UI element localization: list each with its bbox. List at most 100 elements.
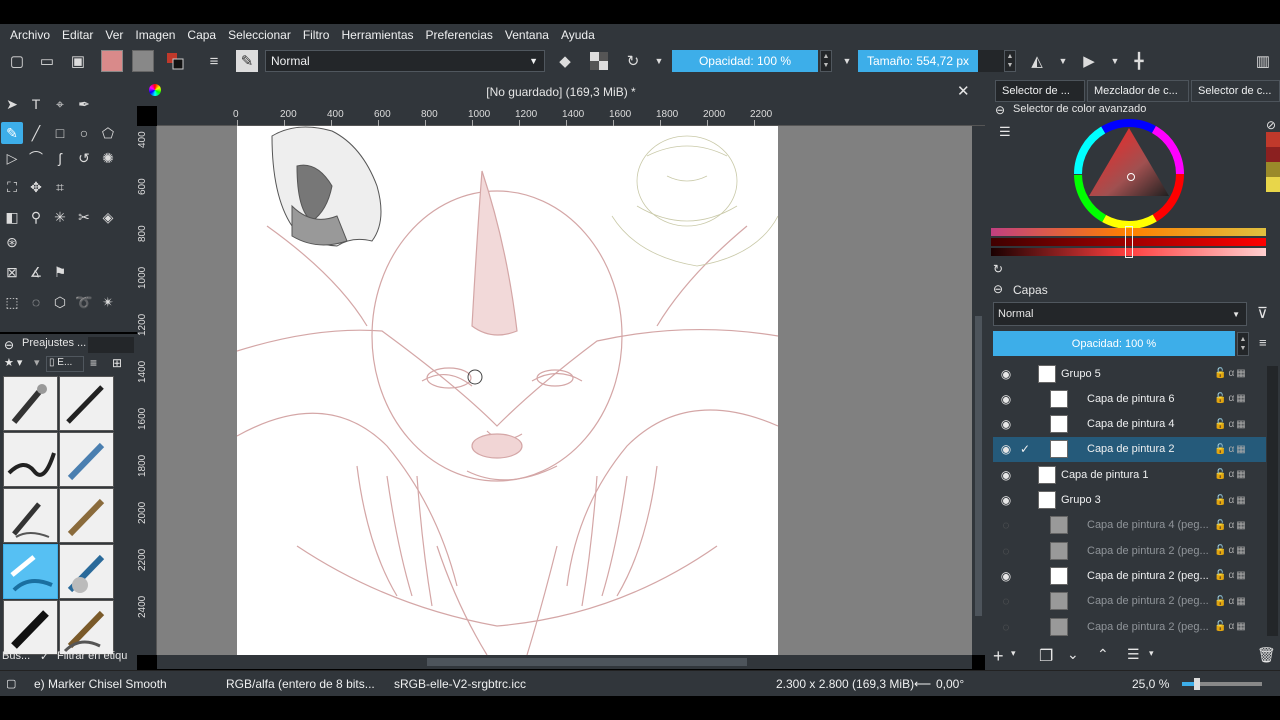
swatch-3[interactable]: [1266, 162, 1280, 177]
reference-tool-icon[interactable]: ⚑: [49, 261, 71, 283]
zoom-slider-handle[interactable]: [1194, 678, 1200, 690]
mirror-vertical-icon[interactable]: ▶: [1078, 50, 1100, 72]
menu-editar[interactable]: Editar: [56, 28, 99, 42]
preset-options-icon[interactable]: ⊞: [112, 356, 122, 370]
menu-preferencias[interactable]: Preferencias: [420, 28, 499, 42]
freehand-select-icon[interactable]: ➰: [73, 291, 95, 313]
smart-patch-icon[interactable]: ✂: [73, 206, 95, 228]
tab-color-selector-2[interactable]: Selector de c...: [1191, 80, 1280, 102]
rect-select-icon[interactable]: ⬚: [1, 291, 23, 313]
brush-preset-marker-chisel[interactable]: [3, 544, 58, 599]
tab-color-selector[interactable]: Selector de ...: [995, 80, 1085, 102]
close-document-icon[interactable]: ✕: [957, 82, 970, 100]
layer-lock-alpha-icons[interactable]: 🔓α▦: [1214, 469, 1248, 480]
swatch-1[interactable]: [1266, 132, 1280, 147]
eye-hidden-icon[interactable]: ◌: [998, 619, 1014, 635]
eraser-mode-icon[interactable]: ◆: [554, 50, 576, 72]
brush-preset-8[interactable]: [59, 544, 114, 599]
layer-row[interactable]: ◉ Capa de pintura 1 🔓α▦: [993, 462, 1266, 487]
eye-hidden-icon[interactable]: ◌: [998, 593, 1014, 609]
layer-lock-alpha-icons[interactable]: 🔓α▦: [1214, 570, 1248, 581]
wrap-around-icon[interactable]: ╋: [1128, 50, 1150, 72]
text-tool-icon[interactable]: T: [25, 93, 47, 115]
layer-lock-alpha-icons[interactable]: 🔓α▦: [1214, 393, 1248, 404]
layer-lock-alpha-icons[interactable]: 🔓α▦: [1214, 444, 1248, 455]
fill-tool-icon[interactable]: ◈: [97, 206, 119, 228]
collapse-icon[interactable]: ⊖: [995, 103, 1005, 117]
swatch-2[interactable]: [1266, 147, 1280, 162]
brush-preset-icon[interactable]: ✎: [236, 50, 258, 72]
multibrush-icon[interactable]: ✺: [97, 147, 119, 169]
eye-visible-icon[interactable]: ◉: [998, 492, 1014, 508]
filter-icon[interactable]: ⊽: [1257, 304, 1268, 322]
brush-preset-9[interactable]: [3, 600, 58, 655]
vertical-scroll-thumb[interactable]: [975, 316, 982, 616]
crop-tool-icon[interactable]: ⌗: [49, 176, 71, 198]
layer-lock-alpha-icons[interactable]: 🔓α▦: [1214, 368, 1248, 379]
layer-opacity-spinner[interactable]: ▲ ▼: [1237, 332, 1249, 356]
horizontal-scrollbar[interactable]: [157, 655, 972, 669]
polyline-tool-icon[interactable]: ▷: [1, 147, 23, 169]
layer-properties-dropdown-icon[interactable]: ▾: [1149, 648, 1154, 659]
fg-bg-color-icon[interactable]: [164, 50, 186, 72]
colorize-mask-icon[interactable]: ✳: [49, 206, 71, 228]
eye-visible-icon[interactable]: ◉: [998, 441, 1014, 457]
color-picker-icon[interactable]: ⚲: [25, 206, 47, 228]
menu-ventana[interactable]: Ventana: [499, 28, 555, 42]
layer-row[interactable]: ◌ Capa de pintura 2 (peg... 🔓α▦: [993, 538, 1266, 563]
eye-hidden-icon[interactable]: ◌: [998, 543, 1014, 559]
color-selector-settings-icon[interactable]: ☰: [999, 124, 1011, 140]
menu-capa[interactable]: Capa: [181, 28, 222, 42]
ellipse-tool-icon[interactable]: ○: [73, 122, 95, 144]
menu-ver[interactable]: Ver: [99, 28, 129, 42]
eye-visible-icon[interactable]: ◉: [998, 366, 1014, 382]
calligraphy-icon[interactable]: ✒: [73, 93, 95, 115]
color-triangle-wheel[interactable]: [1073, 118, 1185, 230]
layer-row[interactable]: ◉ Capa de pintura 2 (peg... 🔓α▦: [993, 563, 1266, 588]
eye-visible-icon[interactable]: ◉: [998, 568, 1014, 584]
brush-settings-icon[interactable]: ≡: [203, 50, 225, 72]
swatch-settings-icon[interactable]: ⊘: [1266, 118, 1276, 132]
new-document-icon[interactable]: ▢: [6, 50, 28, 72]
layer-row[interactable]: ◌ Capa de pintura 2 (peg... 🔓α▦: [993, 589, 1266, 614]
size-slider-track[interactable]: [978, 50, 1004, 72]
polygon-tool-icon[interactable]: ⬠: [97, 122, 119, 144]
preset-view-dropdown-icon[interactable]: ▾: [34, 356, 40, 369]
mirror-v-dropdown-icon[interactable]: ▼: [1104, 50, 1126, 72]
layer-row[interactable]: ◉ Grupo 5 🔓α▦: [993, 361, 1266, 386]
duplicate-layer-icon[interactable]: ❐: [1039, 646, 1053, 666]
size-slider[interactable]: Tamaño: 554,72 px: [858, 50, 978, 72]
layer-row[interactable]: ◌ Capa de pintura 4 (peg... 🔓α▦: [993, 513, 1266, 538]
preset-search-input[interactable]: Bus...: [2, 650, 30, 662]
layer-row[interactable]: ◉ Grupo 3 🔓α▦: [993, 488, 1266, 513]
opacity-spinner[interactable]: ▲ ▼: [820, 50, 832, 72]
layers-collapse-icon[interactable]: ⊖: [993, 282, 1003, 296]
eye-visible-icon[interactable]: ◉: [998, 416, 1014, 432]
menu-seleccionar[interactable]: Seleccionar: [222, 28, 297, 42]
layer-row[interactable]: ◌ Capa de pintura 2 (peg... 🔓α▦: [993, 614, 1266, 639]
magic-wand-icon[interactable]: ✴: [97, 291, 119, 313]
layer-blend-select[interactable]: Normal ▼: [993, 302, 1247, 326]
layer-menu-icon[interactable]: ≡: [1259, 335, 1267, 350]
eye-hidden-icon[interactable]: ◌: [998, 517, 1014, 533]
brush-preset-4[interactable]: [59, 432, 114, 487]
gradient-tool-icon[interactable]: ◧: [1, 206, 23, 228]
ellipse-select-icon[interactable]: ◌: [25, 291, 47, 313]
open-document-icon[interactable]: ▭: [36, 50, 58, 72]
rectangle-tool-icon[interactable]: □: [49, 122, 71, 144]
gradient-swatch-icon[interactable]: [101, 50, 123, 72]
mirror-horizontal-icon[interactable]: ◭: [1026, 50, 1048, 72]
add-layer-icon[interactable]: +: [993, 646, 1004, 667]
select-shapes-icon[interactable]: ➤: [1, 93, 23, 115]
menu-ayuda[interactable]: Ayuda: [555, 28, 601, 42]
polygon-select-icon[interactable]: ⬡: [49, 291, 71, 313]
list-view-icon[interactable]: ≡: [90, 356, 97, 370]
add-layer-dropdown-icon[interactable]: ▾: [1011, 648, 1016, 659]
layer-properties-icon[interactable]: ☰: [1127, 646, 1140, 663]
refresh-icon[interactable]: ↻: [993, 262, 1003, 276]
size-spinner[interactable]: ▲ ▼: [1004, 50, 1016, 72]
tab-color-mixer[interactable]: Mezclador de c...: [1087, 80, 1189, 102]
layer-lock-alpha-icons[interactable]: 🔓α▦: [1214, 596, 1248, 607]
eye-visible-icon[interactable]: ◉: [998, 391, 1014, 407]
brush-preset-5[interactable]: [3, 488, 58, 543]
